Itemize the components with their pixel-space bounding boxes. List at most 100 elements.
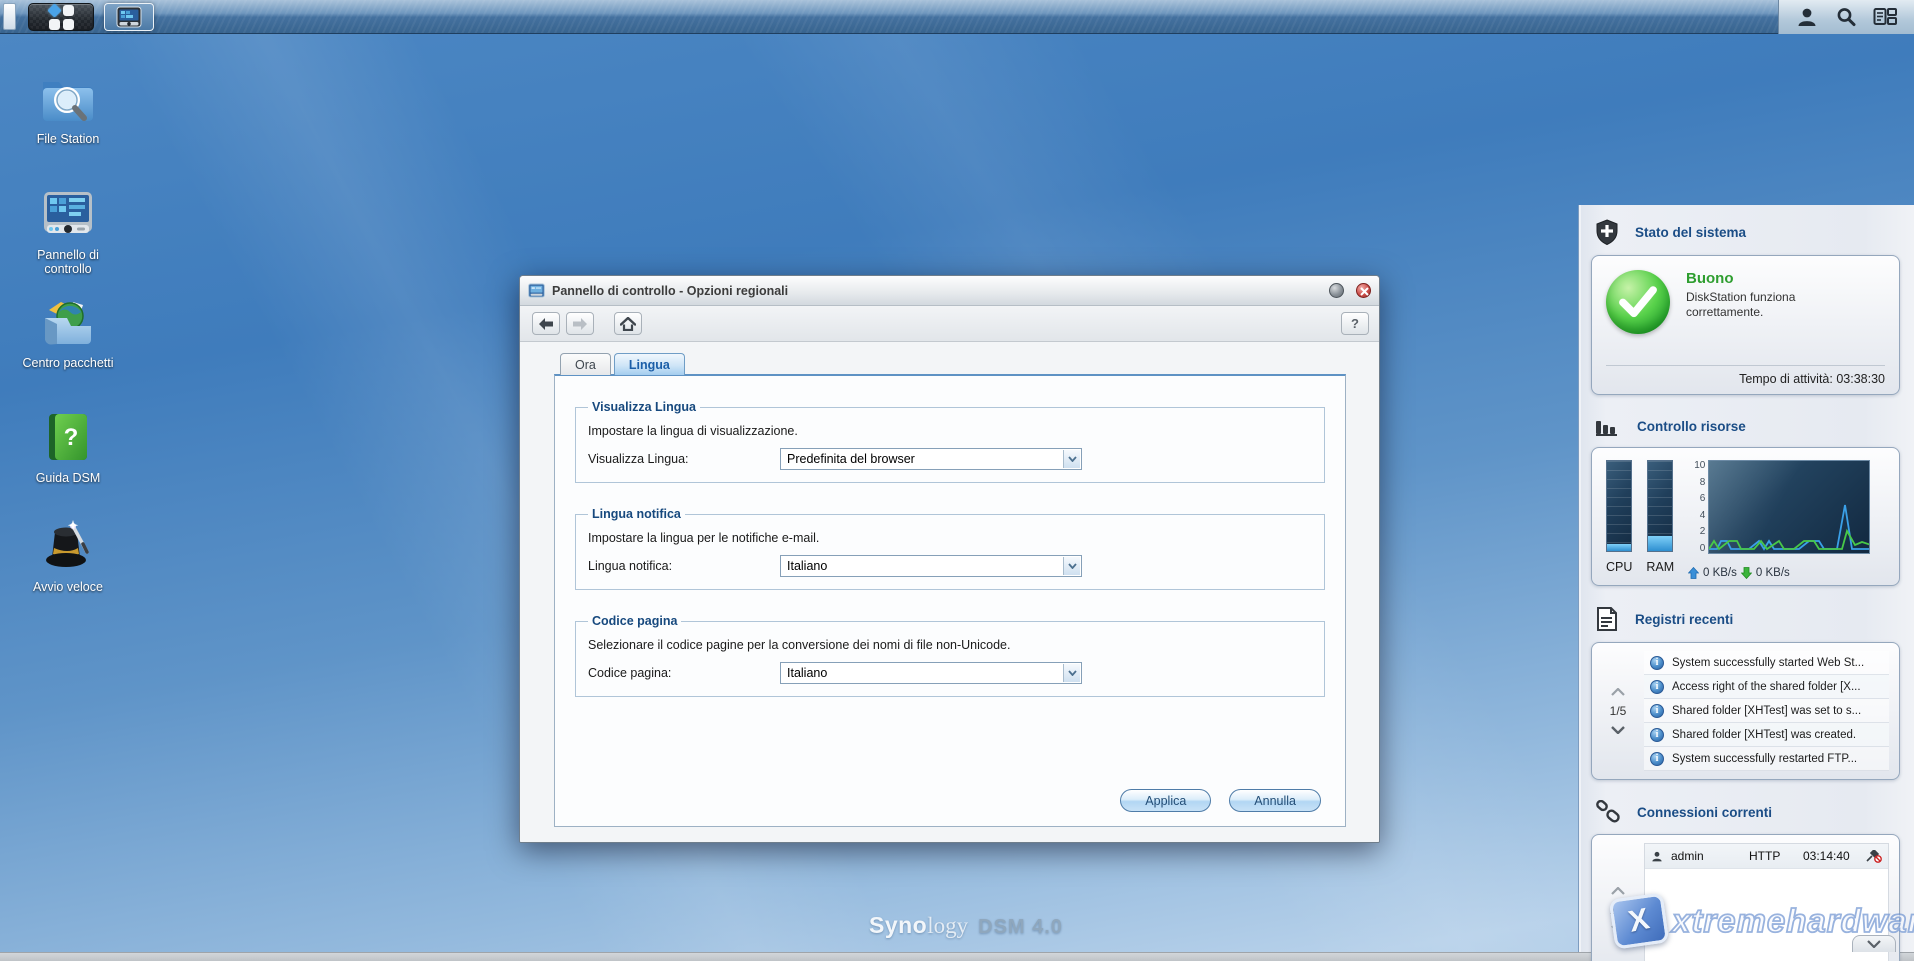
help-button[interactable]: ? (1341, 312, 1369, 335)
fieldset-legend: Codice pagina (592, 614, 678, 628)
logs-page-indicator: 1/5 (1609, 704, 1627, 718)
log-row[interactable]: i Shared folder [XHTest] was created. (1644, 723, 1889, 747)
connection-protocol: HTTP (1749, 849, 1781, 863)
network-graph-plot (1708, 460, 1871, 554)
download-rate: 0 KB/s (1755, 567, 1790, 579)
fieldset-codepage: Codice pagina Selezionare il codice pagi… (575, 614, 1325, 697)
tab-bar: Ora Lingua (560, 353, 685, 375)
log-row[interactable]: i Access right of the shared folder [X... (1644, 675, 1889, 699)
cpu-gauge (1606, 460, 1633, 552)
user-icon[interactable] (1796, 6, 1818, 28)
upload-rate: 0 KB/s (1703, 567, 1737, 579)
main-menu-button[interactable] (28, 2, 94, 31)
taskbar-item-control-panel[interactable] (104, 3, 154, 31)
home-icon (620, 316, 636, 331)
desktop-icon-label: Avvio veloce (33, 580, 103, 594)
control-panel-icon (116, 6, 142, 28)
main-menu-icon (46, 2, 74, 30)
widget-panel: Stato del sistema Buono DiskStation funz… (1578, 205, 1914, 961)
minimize-button[interactable] (1329, 283, 1344, 298)
info-icon: i (1650, 679, 1664, 694)
info-icon: i (1650, 655, 1664, 670)
fieldset-notification-language: Lingua notifica Impostare la lingua per … (575, 507, 1325, 590)
page-up-icon[interactable] (1611, 886, 1625, 895)
desktop-icon-quick-start[interactable]: Avvio veloce (12, 514, 124, 594)
desktop-icon-label: File Station (36, 132, 100, 146)
link-icon (1596, 800, 1620, 823)
network-graph: 10 8 6 4 2 0 (1694, 460, 1871, 579)
close-icon[interactable] (1356, 283, 1371, 298)
dialog-button-row: Applica Annulla (1120, 789, 1321, 812)
bar-chart-icon (1596, 421, 1617, 436)
display-language-select[interactable]: Predefinita del browser (780, 448, 1082, 470)
log-row[interactable]: i System successfully started Web St... (1644, 651, 1889, 675)
brand-text: logy (927, 913, 969, 938)
cancel-button[interactable]: Annulla (1229, 789, 1321, 812)
chevron-down-icon[interactable] (1063, 664, 1080, 682)
select-value: Italiano (787, 666, 828, 680)
resource-monitor-header: Controllo risorse (1579, 401, 1914, 445)
home-button[interactable] (614, 312, 642, 335)
field-label: Codice pagina: (588, 666, 672, 680)
resource-monitor-card: CPU RAM 10 8 6 4 2 0 0 KB/s 0 KB/s (1591, 447, 1900, 586)
log-document-icon (1597, 607, 1617, 631)
svg-text:?: ? (64, 424, 79, 451)
widget-title: Registri recenti (1635, 611, 1734, 627)
page-up-icon[interactable] (1611, 688, 1625, 696)
chevron-down-icon[interactable] (1063, 450, 1080, 468)
xtremehardware-watermark: X xtremehardware.it (1608, 892, 1914, 950)
dsm-help-icon: ? (43, 405, 93, 463)
field-description: Impostare la lingua di visualizzazione. (588, 424, 798, 438)
tab-lingua[interactable]: Lingua (613, 353, 685, 375)
fieldset-legend: Lingua notifica (592, 507, 681, 521)
taskbar-right-section (1778, 0, 1914, 34)
window-content: Ora Lingua Visualizza Lingua Impostare l… (520, 342, 1379, 842)
codepage-select[interactable]: Italiano (780, 662, 1082, 684)
uptime-text: Tempo di attività: 03:38:30 (1606, 365, 1885, 386)
select-value: Italiano (787, 559, 828, 573)
product-version-text: DSM 4.0 (978, 916, 1063, 938)
chevron-down-icon[interactable] (1063, 557, 1080, 575)
cpu-label: CPU (1606, 560, 1633, 574)
forward-arrow-icon (573, 317, 587, 330)
control-panel-desktop-icon (39, 182, 97, 240)
watermark-text: xtremehardware.it (1671, 901, 1914, 940)
desktop-icon-control-panel[interactable]: Pannello di controllo (12, 182, 124, 276)
info-icon: i (1650, 751, 1664, 766)
desktop-icon-package-center[interactable]: Centro pacchetti (12, 290, 124, 370)
notification-language-select[interactable]: Italiano (780, 555, 1082, 577)
desktop-icon-dsm-help[interactable]: ? Guida DSM (12, 405, 124, 485)
fieldset-legend: Visualizza Lingua (592, 400, 696, 414)
shield-icon (1596, 219, 1618, 245)
dsm-desktop: File Station Pannello di controllo Centr… (0, 0, 1914, 961)
pilot-view-icon[interactable] (1873, 6, 1898, 28)
package-center-icon (39, 290, 97, 348)
widget-title: Controllo risorse (1637, 418, 1746, 434)
recent-logs-header: Registri recenti (1579, 592, 1914, 640)
search-icon[interactable] (1835, 6, 1857, 28)
logs-pager: 1/5 (1592, 651, 1644, 771)
desktop-icon-file-station[interactable]: File Station (12, 66, 124, 146)
status-text: Buono (1686, 270, 1734, 287)
disconnect-icon[interactable] (1866, 849, 1882, 863)
window-toolbar: ? (520, 306, 1379, 342)
quick-start-icon (39, 514, 97, 572)
log-row[interactable]: i System successfully restarted FTP... (1644, 747, 1889, 771)
tab-panel-lingua: Visualizza Lingua Impostare la lingua di… (554, 374, 1346, 827)
widget-title: Stato del sistema (1635, 224, 1747, 240)
show-desktop-button[interactable] (3, 3, 16, 30)
ram-gauge (1647, 460, 1674, 552)
field-description: Impostare la lingua per le notifiche e-m… (588, 531, 820, 545)
page-down-icon[interactable] (1611, 726, 1625, 734)
xtremehardware-logo: X (1608, 892, 1670, 950)
window-titlebar[interactable]: Pannello di controllo - Opzioni regional… (520, 276, 1379, 306)
tab-ora[interactable]: Ora (560, 353, 611, 375)
control-panel-window: Pannello di controllo - Opzioni regional… (519, 275, 1380, 843)
forward-button[interactable] (566, 312, 594, 335)
synology-logo: Syno logy DSM 4.0 (869, 912, 1063, 939)
back-arrow-icon (539, 317, 553, 330)
apply-button[interactable]: Applica (1120, 789, 1212, 812)
log-row[interactable]: i Shared folder [XHTest] was set to s... (1644, 699, 1889, 723)
connection-row[interactable]: admin HTTP 03:14:40 (1645, 844, 1888, 869)
back-button[interactable] (532, 312, 560, 335)
